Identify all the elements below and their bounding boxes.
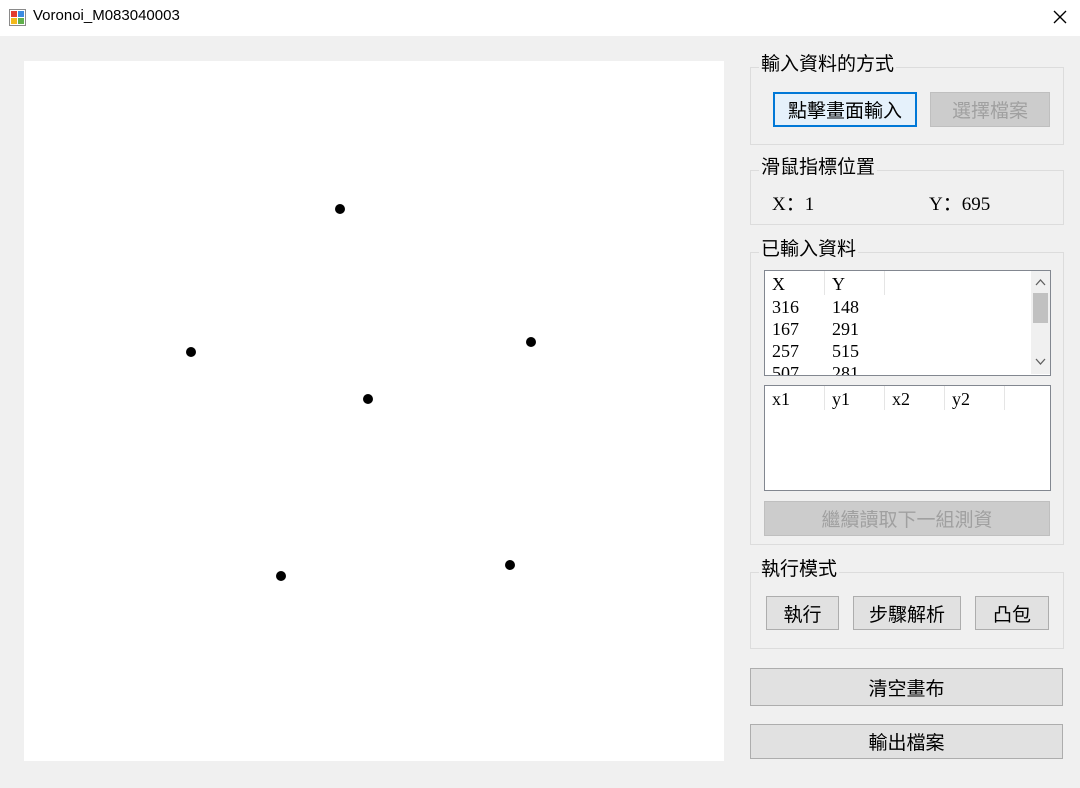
choose-file-button[interactable]: 選擇檔案 [930,92,1050,127]
run-button[interactable]: 執行 [766,596,839,630]
column-header-y[interactable]: Y [825,271,885,295]
scroll-thumb[interactable] [1033,293,1048,323]
canvas-point [276,571,286,581]
clear-canvas-button[interactable]: 清空畫布 [750,668,1063,706]
step-analysis-button[interactable]: 步驟解析 [853,596,961,630]
point-x-cell: 257 [772,341,799,361]
canvas-point [335,204,345,214]
mouse-y-readout: Y：695 [929,194,991,215]
column-header-y1[interactable]: y1 [825,386,885,410]
mouse-position-legend: 滑鼠指標位置 [759,157,878,179]
column-header-y2[interactable]: y2 [945,386,1005,410]
scroll-down-icon[interactable] [1035,358,1046,366]
next-set-button[interactable]: 繼續讀取下一組測資 [764,501,1050,536]
canvas-point [186,347,196,357]
export-file-button[interactable]: 輸出檔案 [750,724,1063,759]
title-bar: Voronoi_M083040003 [0,0,1080,36]
canvas-point [505,560,515,570]
app-icon [9,9,26,26]
point-y-cell: 291 [832,319,859,339]
input-mode-legend: 輸入資料的方式 [759,54,897,76]
point-x-cell: 316 [772,297,799,317]
point-y-cell: 281 [832,363,859,376]
column-header-x1[interactable]: x1 [765,386,825,410]
canvas-point [526,337,536,347]
entered-data-legend: 已輸入資料 [759,239,859,261]
column-header-x2[interactable]: x2 [885,386,945,410]
scroll-up-icon[interactable] [1035,278,1046,286]
edges-list[interactable]: x1 y1 x2 y2 [764,385,1051,491]
click-input-button[interactable]: 點擊畫面輸入 [773,92,917,127]
input-mode-group: 輸入資料的方式 點擊畫面輸入 選擇檔案 [750,54,1064,145]
mouse-x-readout: X：1 [772,194,815,215]
point-y-cell: 515 [832,341,859,361]
run-mode-group: 執行模式 執行 步驟解析 凸包 [750,559,1064,649]
column-header-x[interactable]: X [765,271,825,295]
canvas-point [363,394,373,404]
convex-hull-button[interactable]: 凸包 [975,596,1049,630]
point-x-cell: 507 [772,363,799,376]
entered-data-group: 已輸入資料 X Y 316 148 167 291 257 515 507 28… [750,239,1064,545]
mouse-position-group: 滑鼠指標位置 X：1 Y：695 [750,157,1064,225]
point-x-cell: 167 [772,319,799,339]
window-title: Voronoi_M083040003 [33,7,180,24]
point-y-cell: 148 [832,297,859,317]
run-mode-legend: 執行模式 [759,559,840,581]
drawing-canvas[interactable] [24,61,724,761]
close-icon[interactable] [1051,8,1069,26]
points-list-scrollbar[interactable] [1031,271,1050,374]
points-list[interactable]: X Y 316 148 167 291 257 515 507 281 [764,270,1051,376]
